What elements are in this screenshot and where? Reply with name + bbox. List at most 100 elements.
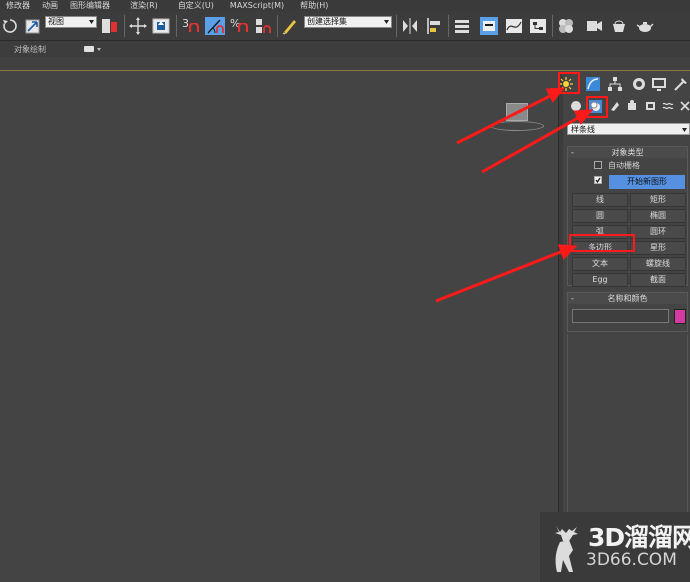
magnet-icon (189, 23, 199, 32)
app-window: 修改器 动画 图形编辑器 渲染(R) 自定义(U) MAXScript(M) 帮… (0, 0, 690, 582)
utilities-tab-icon[interactable] (673, 76, 689, 92)
line-button[interactable]: 线 (572, 193, 628, 207)
ribbon-strip (0, 57, 690, 71)
donut-button[interactable]: 圆环 (630, 225, 686, 239)
text-button[interactable]: 文本 (572, 257, 628, 271)
ribbon-bar: 对象绘制 (0, 41, 690, 57)
ellipse-button[interactable]: 椭圆 (630, 209, 686, 223)
helix-button[interactable]: 螺旋线 (630, 257, 686, 271)
systems-subtab-icon[interactable] (679, 100, 690, 112)
lights-subtab-icon[interactable] (609, 100, 621, 112)
percent-snap-toggle[interactable]: % (229, 17, 249, 35)
cameras-subtab-icon[interactable] (627, 100, 639, 112)
undo-icon[interactable] (1, 17, 19, 35)
pivot-center-icon[interactable] (101, 17, 119, 35)
material-editor-icon[interactable] (557, 17, 575, 35)
viewcube-icon[interactable] (506, 103, 528, 121)
name-color-header[interactable]: - 名称和颜色 (568, 293, 687, 304)
toolbar-divider (176, 15, 177, 37)
reference-coord-dropdown[interactable]: 视图 (45, 16, 97, 28)
toolbar-divider (448, 15, 449, 37)
ribbon-toggle-icon[interactable] (84, 46, 94, 52)
menu-graph-editors[interactable]: 图形编辑器 (64, 0, 116, 11)
highlight-shapes-subtab (586, 96, 608, 118)
viewport[interactable] (0, 72, 558, 582)
toolbar-divider (277, 15, 278, 37)
chevron-down-icon[interactable] (97, 47, 101, 51)
render-teapot-icon[interactable] (636, 17, 654, 35)
shape-category-dropdown[interactable]: 样条线 (567, 123, 690, 135)
egg-button[interactable]: Egg (572, 273, 628, 287)
chevron-down-icon (89, 20, 94, 24)
magnet-icon (238, 23, 248, 32)
menu-rendering[interactable]: 渲染(R) (116, 0, 164, 11)
watermark: 3D溜溜网 3D66.COM (540, 512, 690, 582)
angle-snap-icon[interactable] (205, 17, 225, 35)
spinner-snap-icon[interactable] (254, 17, 272, 35)
start-new-shape-label: 开始新图形 (627, 177, 667, 186)
select-move-icon[interactable] (129, 17, 147, 35)
mirror-icon[interactable] (401, 17, 419, 35)
shape-category-value: 样条线 (571, 125, 595, 134)
render-setup-icon[interactable] (585, 17, 603, 35)
hierarchy-tab-icon[interactable] (607, 76, 623, 92)
select-manipulate-icon[interactable] (152, 17, 170, 35)
object-type-rollout: - 对象类型 自动栅格 开始新图形 线 矩形 圆 椭圆 弧 圆环 多边形 星形 … (567, 146, 688, 287)
object-name-field[interactable] (572, 309, 669, 323)
deer-logo-icon (555, 526, 578, 572)
watermark-sub-text: 3D66.COM (586, 550, 677, 570)
chevron-down-icon (384, 20, 389, 24)
display-tab-icon[interactable] (651, 76, 667, 92)
layer-manager-icon[interactable] (453, 17, 471, 35)
motion-tab-icon[interactable] (631, 76, 647, 92)
highlight-create-tab (558, 72, 580, 94)
watermark-main-text: 3D溜溜网 (588, 523, 690, 552)
object-type-header[interactable]: - 对象类型 (568, 147, 687, 158)
star-button[interactable]: 星形 (630, 241, 686, 255)
menu-customize[interactable]: 自定义(U) (164, 0, 220, 11)
toolbar-divider (396, 15, 397, 37)
checkmark-icon (595, 177, 601, 183)
toolbar-divider (124, 15, 125, 37)
select-link-icon[interactable] (24, 17, 42, 35)
helpers-subtab-icon[interactable] (645, 100, 657, 112)
circle-button[interactable]: 圆 (572, 209, 628, 223)
named-selection-value: 创建选择集 (307, 17, 347, 26)
chevron-down-icon (682, 128, 687, 132)
object-paint-tab[interactable]: 对象绘制 (14, 44, 46, 55)
menu-help[interactable]: 帮助(H) (290, 0, 334, 11)
highlight-ngon-button (569, 234, 635, 252)
menu-bar: 修改器 动画 图形编辑器 渲染(R) 自定义(U) MAXScript(M) 帮… (0, 0, 690, 11)
schematic-view-icon[interactable] (529, 17, 547, 35)
start-new-shape-button[interactable]: 开始新图形 (609, 175, 685, 189)
curve-editor-icon[interactable] (505, 17, 523, 35)
scene-explorer-icon[interactable] (480, 17, 498, 35)
modify-tab-icon[interactable] (585, 76, 601, 92)
menu-modifiers[interactable]: 修改器 (0, 0, 36, 11)
command-panel: 样条线 - 对象类型 自动栅格 开始新图形 线 矩形 圆 椭圆 弧 圆环 多边形 (559, 72, 690, 582)
section-button[interactable]: 截面 (630, 273, 686, 287)
name-color-title: 名称和颜色 (607, 294, 648, 303)
snap-3-label: 3 (182, 17, 189, 30)
geometry-subtab-icon[interactable] (570, 100, 582, 112)
menu-animation[interactable]: 动画 (36, 0, 64, 11)
rectangle-button[interactable]: 矩形 (630, 193, 686, 207)
auto-grid-label: 自动栅格 (608, 161, 640, 170)
snap-toggle-3d[interactable]: 3 (181, 17, 201, 35)
viewcube-compass-ring[interactable] (490, 121, 544, 131)
edit-named-selection-icon[interactable] (281, 17, 299, 35)
object-type-title: 对象类型 (611, 148, 644, 157)
main-toolbar: 视图 3 % 创建选择集 (0, 11, 690, 41)
named-selection-dropdown[interactable]: 创建选择集 (304, 16, 392, 28)
rendered-frame-icon[interactable] (610, 17, 628, 35)
collapse-icon: - (571, 148, 574, 157)
toolbar-divider (552, 15, 553, 37)
object-color-swatch[interactable] (674, 309, 686, 324)
collapse-icon: - (571, 294, 574, 303)
start-new-shape-checkbox[interactable] (594, 176, 602, 184)
spacewarps-subtab-icon[interactable] (662, 100, 674, 112)
menu-maxscript[interactable]: MAXScript(M) (220, 0, 290, 11)
reference-coord-value: 视图 (48, 17, 64, 26)
align-icon[interactable] (425, 17, 443, 35)
auto-grid-checkbox[interactable] (594, 161, 602, 169)
